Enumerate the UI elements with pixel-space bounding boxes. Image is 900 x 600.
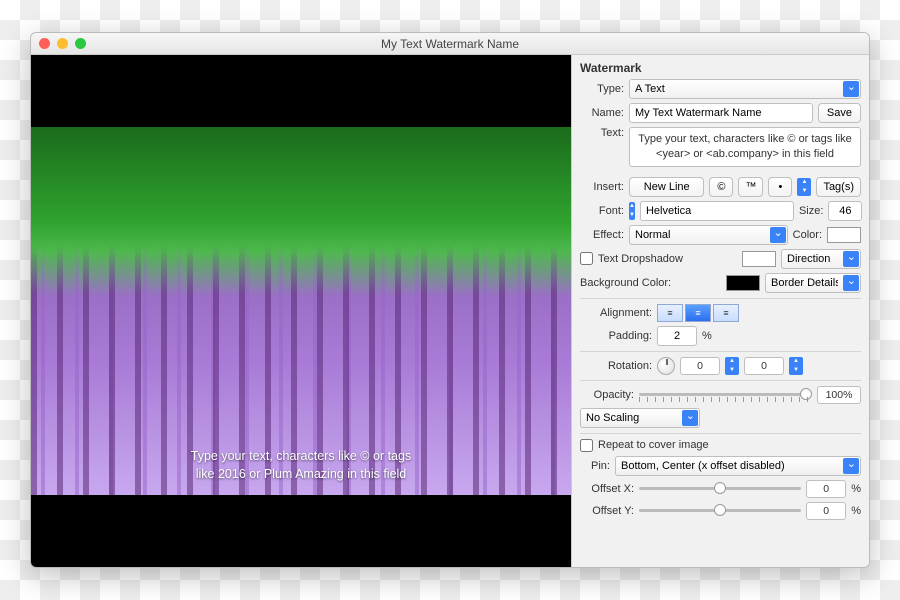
pin-label: Pin: — [580, 460, 610, 472]
overlay-line-1: Type your text, characters like © or tag… — [191, 449, 411, 463]
effect-label: Effect: — [580, 229, 624, 241]
rotation-value-b[interactable]: 0 — [744, 357, 784, 375]
window-controls — [39, 38, 86, 49]
insert-tm-button[interactable]: ™ — [738, 177, 763, 197]
alignment-label: Alignment: — [580, 307, 652, 319]
padding-input[interactable] — [657, 326, 697, 346]
color-label: Color: — [793, 229, 822, 241]
dropshadow-label: Text Dropshadow — [598, 253, 737, 265]
settings-panel: Watermark Type: A Text Name: Save Text: … — [571, 55, 869, 567]
preview-image: Type your text, characters like © or tag… — [31, 127, 571, 496]
content: Type your text, characters like © or tag… — [31, 55, 869, 567]
insert-tags-button[interactable]: Tag(s) — [816, 177, 861, 197]
offsetx-value[interactable]: 0 — [806, 480, 846, 498]
bgcolor-label: Background Color: — [580, 277, 721, 289]
font-input[interactable] — [640, 201, 794, 221]
panel-heading: Watermark — [580, 61, 861, 75]
border-details-select[interactable]: Border Details — [765, 273, 861, 293]
pin-select[interactable]: Bottom, Center (x offset disabled) — [615, 456, 861, 476]
save-button[interactable]: Save — [818, 103, 861, 123]
insert-label: Insert: — [580, 181, 624, 193]
size-input[interactable] — [828, 201, 862, 221]
close-icon[interactable] — [39, 38, 50, 49]
effect-select[interactable]: Normal — [629, 225, 788, 245]
titlebar: My Text Watermark Name — [31, 33, 869, 55]
rotation-stepper-b[interactable]: ▲▼ — [789, 357, 803, 375]
direction-select[interactable]: Direction — [781, 249, 861, 269]
offsetx-label: Offset X: — [580, 483, 634, 495]
type-label: Type: — [580, 83, 624, 95]
align-left-button[interactable]: ≡ — [657, 304, 683, 322]
dropshadow-color-swatch[interactable] — [742, 251, 776, 267]
rotation-value-a[interactable]: 0 — [680, 357, 720, 375]
rotation-label: Rotation: — [580, 360, 652, 372]
watermark-overlay: Type your text, characters like © or tag… — [31, 447, 571, 483]
type-select[interactable]: A Text — [629, 79, 861, 99]
padding-label: Padding: — [580, 330, 652, 342]
dropshadow-checkbox[interactable] — [580, 252, 593, 265]
offsety-slider[interactable] — [639, 504, 801, 518]
minimize-icon[interactable] — [57, 38, 68, 49]
app-window: My Text Watermark Name Type your text, c… — [30, 32, 870, 568]
offsety-label: Offset Y: — [580, 505, 634, 517]
opacity-slider[interactable] — [639, 388, 812, 402]
offsety-unit: % — [851, 505, 861, 517]
zoom-icon[interactable] — [75, 38, 86, 49]
opacity-value[interactable]: 100% — [817, 386, 861, 404]
font-stepper[interactable]: ▲▼ — [629, 202, 635, 220]
repeat-checkbox[interactable] — [580, 439, 593, 452]
font-label: Font: — [580, 205, 624, 217]
align-center-button[interactable]: ≡ — [685, 304, 711, 322]
bgcolor-swatch[interactable] — [726, 275, 760, 291]
text-color-swatch[interactable] — [827, 227, 861, 243]
offsetx-unit: % — [851, 483, 861, 495]
text-label: Text: — [580, 127, 624, 139]
align-right-button[interactable]: ≡ — [713, 304, 739, 322]
alignment-group: ≡ ≡ ≡ — [657, 304, 739, 322]
window-title: My Text Watermark Name — [31, 37, 869, 51]
rotation-knob[interactable] — [657, 357, 675, 375]
scaling-select[interactable]: No Scaling — [580, 408, 700, 428]
insert-newline-button[interactable]: New Line — [629, 177, 704, 197]
offsety-value[interactable]: 0 — [806, 502, 846, 520]
name-input[interactable] — [629, 103, 813, 123]
rotation-stepper-a[interactable]: ▲▼ — [725, 357, 739, 375]
repeat-label: Repeat to cover image — [598, 439, 709, 451]
overlay-line-2: like 2016 or Plum Amazing in this field — [196, 467, 407, 481]
insert-stepper[interactable]: ▲▼ — [797, 178, 811, 196]
opacity-label: Opacity: — [580, 389, 634, 401]
text-input[interactable]: Type your text, characters like © or tag… — [629, 127, 861, 167]
padding-unit: % — [702, 330, 712, 342]
insert-copyright-button[interactable]: © — [709, 177, 733, 197]
size-label: Size: — [799, 205, 823, 217]
offsetx-slider[interactable] — [639, 482, 801, 496]
insert-bullet-button[interactable]: • — [768, 177, 792, 197]
preview-pane: Type your text, characters like © or tag… — [31, 55, 571, 567]
flower-stalks — [31, 127, 571, 496]
name-label: Name: — [580, 107, 624, 119]
